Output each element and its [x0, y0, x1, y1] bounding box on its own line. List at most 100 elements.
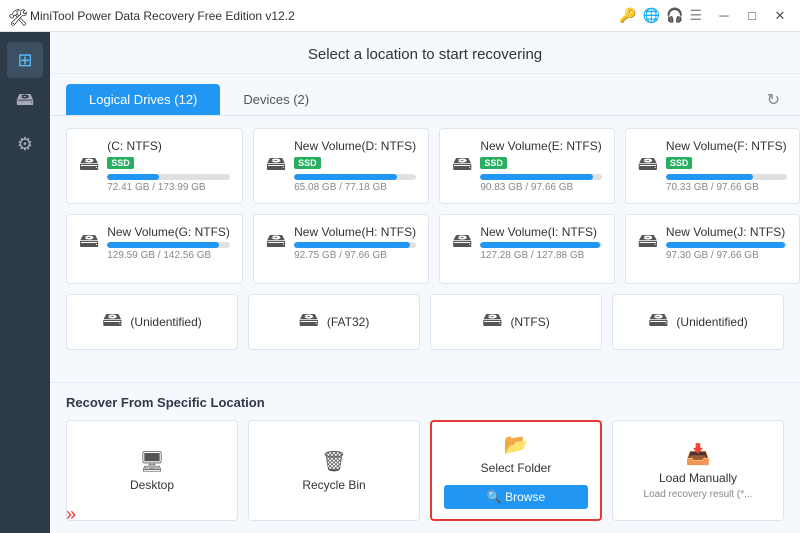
drive-card-top: 🖴 New Volume(H: NTFS) 92.75 GB / 97.66 G… [266, 225, 416, 261]
title-bar: 🛠 MiniTool Power Data Recovery Free Edit… [0, 0, 800, 32]
specific-card-icon: 📂 [504, 432, 529, 457]
drive-icon: 🖴 [482, 305, 502, 339]
specific-card-select-folder[interactable]: 📂 Select Folder 🔍 Browse [430, 420, 602, 521]
drive-card-top: 🖴 New Volume(D: NTFS) SSD 65.08 GB / 77.… [266, 139, 416, 193]
specific-card-icon: 📥 [686, 442, 711, 467]
drive-name: New Volume(E: NTFS) [480, 139, 601, 153]
specific-section-title: Recover From Specific Location [66, 395, 784, 410]
drive-name: New Volume(D: NTFS) [294, 139, 416, 153]
specific-section: Recover From Specific Location 🖥 Desktop… [50, 382, 800, 533]
drive-bar-fill [666, 242, 785, 248]
drive-bar [294, 174, 416, 180]
drive-bar-fill [666, 174, 753, 180]
home-icon: ⊞ [17, 50, 32, 71]
page-title: Select a location to start recovering [308, 46, 542, 63]
specific-card-label: Load Manually [659, 471, 737, 485]
drive-bar-fill [294, 242, 410, 248]
tabs-bar: Logical Drives (12) Devices (2) ↻ [50, 74, 800, 116]
tab-logical-drives[interactable]: Logical Drives (12) [66, 84, 220, 115]
browse-button[interactable]: 🔍 Browse [444, 485, 588, 509]
globe-icon[interactable]: 🌐 [643, 7, 660, 24]
settings-icon: ⚙ [17, 134, 33, 155]
unidentified-label: (NTFS) [510, 315, 549, 329]
specific-card-sub: Load recovery result (*... [644, 489, 753, 500]
drive-size: 129.59 GB / 142.56 GB [107, 250, 230, 261]
drive-icon: 🖴 [266, 149, 286, 183]
drive-size: 90.83 GB / 97.66 GB [480, 182, 601, 193]
specific-card-desktop[interactable]: 🖥 Desktop [66, 420, 238, 521]
drive-icon: 🖴 [638, 226, 658, 260]
drive-card[interactable]: 🖴 New Volume(J: NTFS) 97.30 GB / 97.66 G… [625, 214, 800, 284]
specific-card-recycle-bin[interactable]: 🗑 Recycle Bin [248, 420, 420, 521]
unidentified-card[interactable]: 🖴 (FAT32) [248, 294, 420, 350]
drive-icon: 🖴 [266, 226, 286, 260]
drive-card[interactable]: 🖴 New Volume(G: NTFS) 129.59 GB / 142.56… [66, 214, 243, 284]
app-body: ⊞ 🖴 ⚙ Select a location to start recover… [0, 32, 800, 533]
unidentified-card[interactable]: 🖴 (Unidentified) [66, 294, 238, 350]
drive-name: New Volume(F: NTFS) [666, 139, 787, 153]
specific-card-load-manually[interactable]: 📥 Load Manually Load recovery result (*.… [612, 420, 784, 521]
ssd-badge: SSD [666, 157, 693, 169]
drive-icon: 🖴 [79, 149, 99, 183]
drive-card[interactable]: 🖴 New Volume(H: NTFS) 92.75 GB / 97.66 G… [253, 214, 429, 284]
drive-card-top: 🖴 (C: NTFS) SSD 72.41 GB / 173.99 GB [79, 139, 230, 193]
drive-bar-fill [480, 242, 600, 248]
drive-bar [294, 242, 416, 248]
unidentified-label: (Unidentified) [130, 315, 201, 329]
drive-card[interactable]: 🖴 New Volume(E: NTFS) SSD 90.83 GB / 97.… [439, 128, 615, 204]
drive-size: 127.28 GB / 127.88 GB [480, 250, 601, 261]
specific-card-icon: 🖥 [139, 449, 164, 474]
drive-bar [666, 174, 787, 180]
drive-card[interactable]: 🖴 New Volume(I: NTFS) 127.28 GB / 127.88… [439, 214, 615, 284]
ssd-badge: SSD [480, 157, 507, 169]
close-button[interactable]: ✕ [768, 6, 792, 26]
drive-size: 70.33 GB / 97.66 GB [666, 182, 787, 193]
minimize-button[interactable]: ─ [712, 6, 736, 26]
drive-icon: 🖴 [452, 226, 472, 260]
app-icon: 🛠 [8, 8, 24, 24]
ssd-badge: SSD [294, 157, 321, 169]
window-controls[interactable]: ─ □ ✕ [712, 6, 792, 26]
drives-icon: 🖴 [16, 87, 34, 117]
app-title: MiniTool Power Data Recovery Free Editio… [30, 9, 619, 23]
drive-bar [480, 242, 601, 248]
drive-bar [480, 174, 601, 180]
drive-name: New Volume(H: NTFS) [294, 225, 416, 239]
drive-bar [666, 242, 787, 248]
drive-size: 65.08 GB / 77.18 GB [294, 182, 416, 193]
drive-icon: 🖴 [299, 305, 319, 339]
drives-grid: 🖴 (C: NTFS) SSD 72.41 GB / 173.99 GB 🖴 N… [66, 128, 784, 284]
tab-devices[interactable]: Devices (2) [220, 84, 332, 115]
refresh-button[interactable]: ↻ [763, 86, 784, 114]
page-header: Select a location to start recovering [50, 32, 800, 74]
menu-icon[interactable]: ☰ [689, 7, 702, 24]
sidebar-item-home[interactable]: ⊞ [7, 42, 43, 78]
drive-name: New Volume(J: NTFS) [666, 225, 787, 239]
unidentified-grid: 🖴 (Unidentified) 🖴 (FAT32) 🖴 (NTFS) 🖴 (U… [66, 294, 784, 350]
specific-card-icon: 🗑 [321, 449, 346, 474]
expand-button[interactable]: » [66, 504, 76, 525]
drive-size: 92.75 GB / 97.66 GB [294, 250, 416, 261]
drive-card[interactable]: 🖴 New Volume(D: NTFS) SSD 65.08 GB / 77.… [253, 128, 429, 204]
key-icon[interactable]: 🔑 [619, 7, 636, 24]
unidentified-card[interactable]: 🖴 (NTFS) [430, 294, 602, 350]
drive-name: (C: NTFS) [107, 139, 230, 153]
specific-grid: 🖥 Desktop 🗑 Recycle Bin 📂 Select Folder … [66, 420, 784, 521]
drive-icon: 🖴 [79, 226, 99, 260]
drive-bar-fill [480, 174, 593, 180]
sidebar-item-settings[interactable]: ⚙ [7, 126, 43, 162]
drive-card[interactable]: 🖴 (C: NTFS) SSD 72.41 GB / 173.99 GB [66, 128, 243, 204]
drive-card[interactable]: 🖴 New Volume(F: NTFS) SSD 70.33 GB / 97.… [625, 128, 800, 204]
drive-size: 72.41 GB / 173.99 GB [107, 182, 230, 193]
maximize-button[interactable]: □ [740, 6, 764, 26]
drive-bar [107, 174, 230, 180]
drive-card-top: 🖴 New Volume(I: NTFS) 127.28 GB / 127.88… [452, 225, 602, 261]
drive-name: New Volume(G: NTFS) [107, 225, 230, 239]
sidebar: ⊞ 🖴 ⚙ [0, 32, 50, 533]
headset-icon[interactable]: 🎧 [666, 7, 683, 24]
specific-card-label: Desktop [130, 478, 174, 492]
drive-card-top: 🖴 New Volume(G: NTFS) 129.59 GB / 142.56… [79, 225, 230, 261]
drive-bar-fill [107, 242, 219, 248]
sidebar-item-drives[interactable]: 🖴 [7, 84, 43, 120]
unidentified-card[interactable]: 🖴 (Unidentified) [612, 294, 784, 350]
